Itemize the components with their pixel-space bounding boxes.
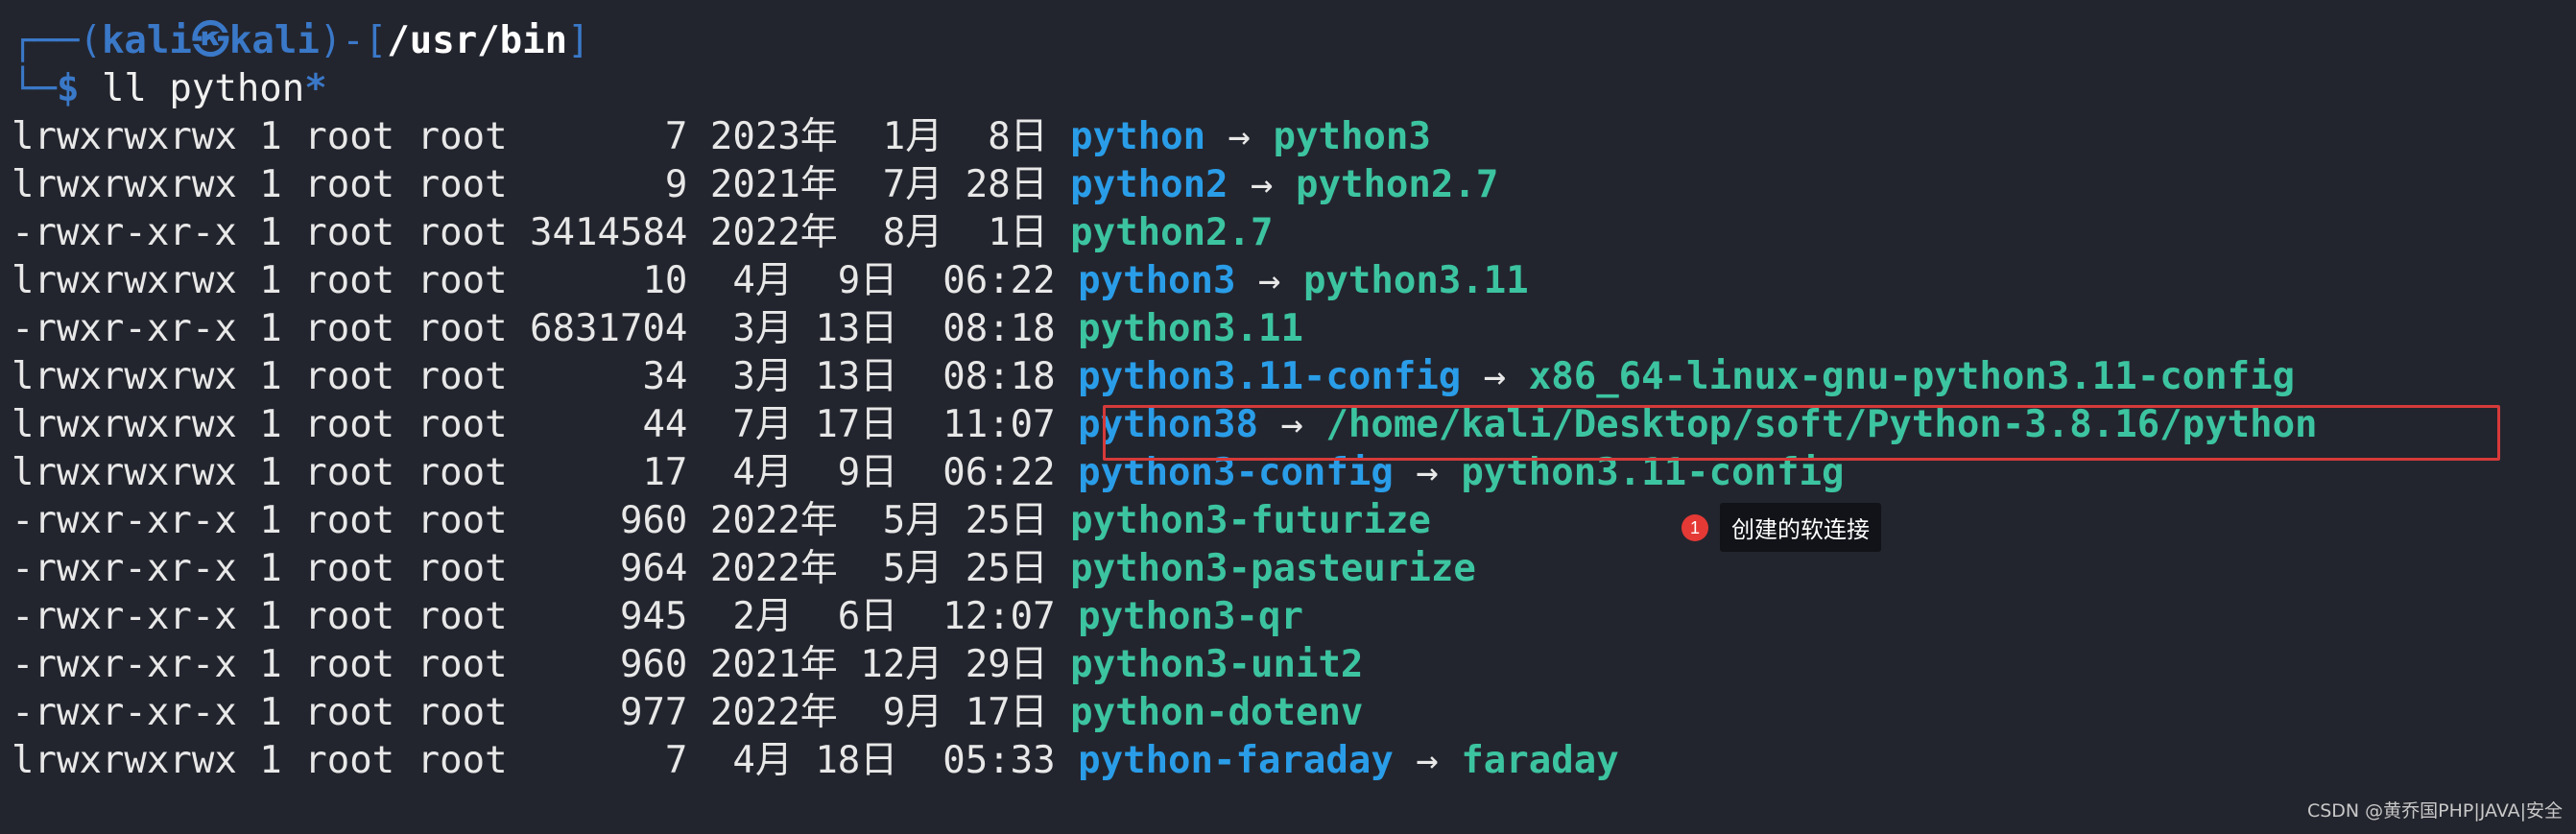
file-name: python3-unit2 <box>1070 643 1364 686</box>
symlink-target: python3 <box>1273 115 1431 158</box>
listing-row: lrwxrwxrwx 1 root root 9 2021年 7月 28日 py… <box>12 161 2564 209</box>
listing-row: -rwxr-xr-x 1 root root 977 2022年 9月 17日 … <box>12 689 2564 737</box>
listing-row: -rwxr-xr-x 1 root root 3414584 2022年 8月 … <box>12 209 2564 257</box>
listing-row: lrwxrwxrwx 1 root root 7 4月 18日 05:33 py… <box>12 737 2564 785</box>
file-name: python2.7 <box>1070 211 1274 254</box>
file-meta: -rwxr-xr-x 1 root root 960 2022年 5月 25日 <box>12 499 1071 542</box>
prompt-corner-top: ┌── <box>12 19 80 62</box>
file-meta: -rwxr-xr-x 1 root root 960 2021年 12月 29日 <box>12 643 1071 686</box>
symlink-arrow-icon: → <box>1205 115 1274 158</box>
prompt-paren-open: ( <box>79 19 102 62</box>
file-name: python-faraday <box>1078 739 1394 782</box>
annotation-callout: 1 创建的软连接 <box>1682 503 1881 552</box>
listing-row: -rwxr-xr-x 1 root root 964 2022年 5月 25日 … <box>12 545 2564 593</box>
prompt-host: kali <box>228 19 320 62</box>
symlink-arrow-icon: → <box>1461 355 1529 398</box>
file-name: python3.11 <box>1078 307 1303 350</box>
listing-row: lrwxrwxrwx 1 root root 10 4月 9日 06:22 py… <box>12 257 2564 305</box>
listing-row: -rwxr-xr-x 1 root root 945 2月 6日 12:07 p… <box>12 593 2564 641</box>
file-meta: -rwxr-xr-x 1 root root 977 2022年 9月 17日 <box>12 691 1071 734</box>
file-meta: lrwxrwxrwx 1 root root 9 2021年 7月 28日 <box>12 163 1071 206</box>
listing-row: -rwxr-xr-x 1 root root 6831704 3月 13日 08… <box>12 305 2564 353</box>
file-meta: lrwxrwxrwx 1 root root 34 3月 13日 08:18 <box>12 355 1079 398</box>
command-glob: * <box>304 67 327 110</box>
annotation-label: 创建的软连接 <box>1720 503 1881 552</box>
prompt-line-2[interactable]: └─$ ll python* <box>12 65 2564 113</box>
prompt-line-1: ┌──(kali㉿kali)-[/usr/bin] <box>12 17 2564 65</box>
file-name: python2 <box>1070 163 1228 206</box>
prompt-user: kali <box>101 19 192 62</box>
listing-row: -rwxr-xr-x 1 root root 960 2022年 5月 25日 … <box>12 497 2564 545</box>
kali-symbol-icon: ㉿ <box>191 19 229 62</box>
symlink-target: x86_64-linux-gnu-python3.11-config <box>1528 355 2296 398</box>
file-name: python <box>1070 115 1206 158</box>
annotation-badge: 1 <box>1682 513 1708 541</box>
symlink-target: python2.7 <box>1296 163 1499 206</box>
file-name: python3 <box>1078 259 1236 302</box>
file-name: python3-futurize <box>1070 499 1431 542</box>
symlink-arrow-icon: → <box>1235 259 1303 302</box>
file-meta: lrwxrwxrwx 1 root root 7 4月 18日 05:33 <box>12 739 1079 782</box>
file-meta: -rwxr-xr-x 1 root root 6831704 3月 13日 08… <box>12 307 1079 350</box>
file-meta: lrwxrwxrwx 1 root root 17 4月 9日 06:22 <box>12 451 1079 494</box>
prompt-bracket-open: [ <box>364 19 388 62</box>
command-arg: python <box>169 67 305 110</box>
file-name: python3.11-config <box>1078 355 1462 398</box>
listing-row: lrwxrwxrwx 1 root root 34 3月 13日 08:18 p… <box>12 353 2564 401</box>
file-meta: lrwxrwxrwx 1 root root 7 2023年 1月 8日 <box>12 115 1071 158</box>
prompt-path: /usr/bin <box>387 19 568 62</box>
symlink-target: python3.11 <box>1302 259 1529 302</box>
listing-row: lrwxrwxrwx 1 root root 7 2023年 1月 8日 pyt… <box>12 113 2564 161</box>
prompt-dollar: $ <box>56 67 80 110</box>
file-meta: -rwxr-xr-x 1 root root 3414584 2022年 8月 … <box>12 211 1071 254</box>
file-meta: lrwxrwxrwx 1 root root 44 7月 17日 11:07 <box>12 403 1079 446</box>
file-name: python3-qr <box>1078 595 1303 638</box>
command-name: ll <box>101 67 147 110</box>
symlink-arrow-icon: → <box>1228 163 1296 206</box>
watermark: CSDN @黄乔国PHP|JAVA|安全 <box>2306 800 2563 822</box>
highlight-box <box>1103 405 2500 461</box>
prompt-corner-bottom: └─ <box>12 67 57 110</box>
symlink-arrow-icon: → <box>1393 739 1462 782</box>
file-name: python3-pasteurize <box>1070 547 1476 590</box>
file-name: python-dotenv <box>1070 691 1364 734</box>
file-meta: -rwxr-xr-x 1 root root 964 2022年 5月 25日 <box>12 547 1071 590</box>
file-meta: lrwxrwxrwx 1 root root 10 4月 9日 06:22 <box>12 259 1079 302</box>
listing-row: -rwxr-xr-x 1 root root 960 2021年 12月 29日… <box>12 641 2564 689</box>
prompt-dash: - <box>342 19 365 62</box>
prompt-bracket-close: ] <box>567 19 590 62</box>
symlink-target: faraday <box>1461 739 1619 782</box>
prompt-paren-close: ) <box>319 19 343 62</box>
file-meta: -rwxr-xr-x 1 root root 945 2月 6日 12:07 <box>12 595 1079 638</box>
